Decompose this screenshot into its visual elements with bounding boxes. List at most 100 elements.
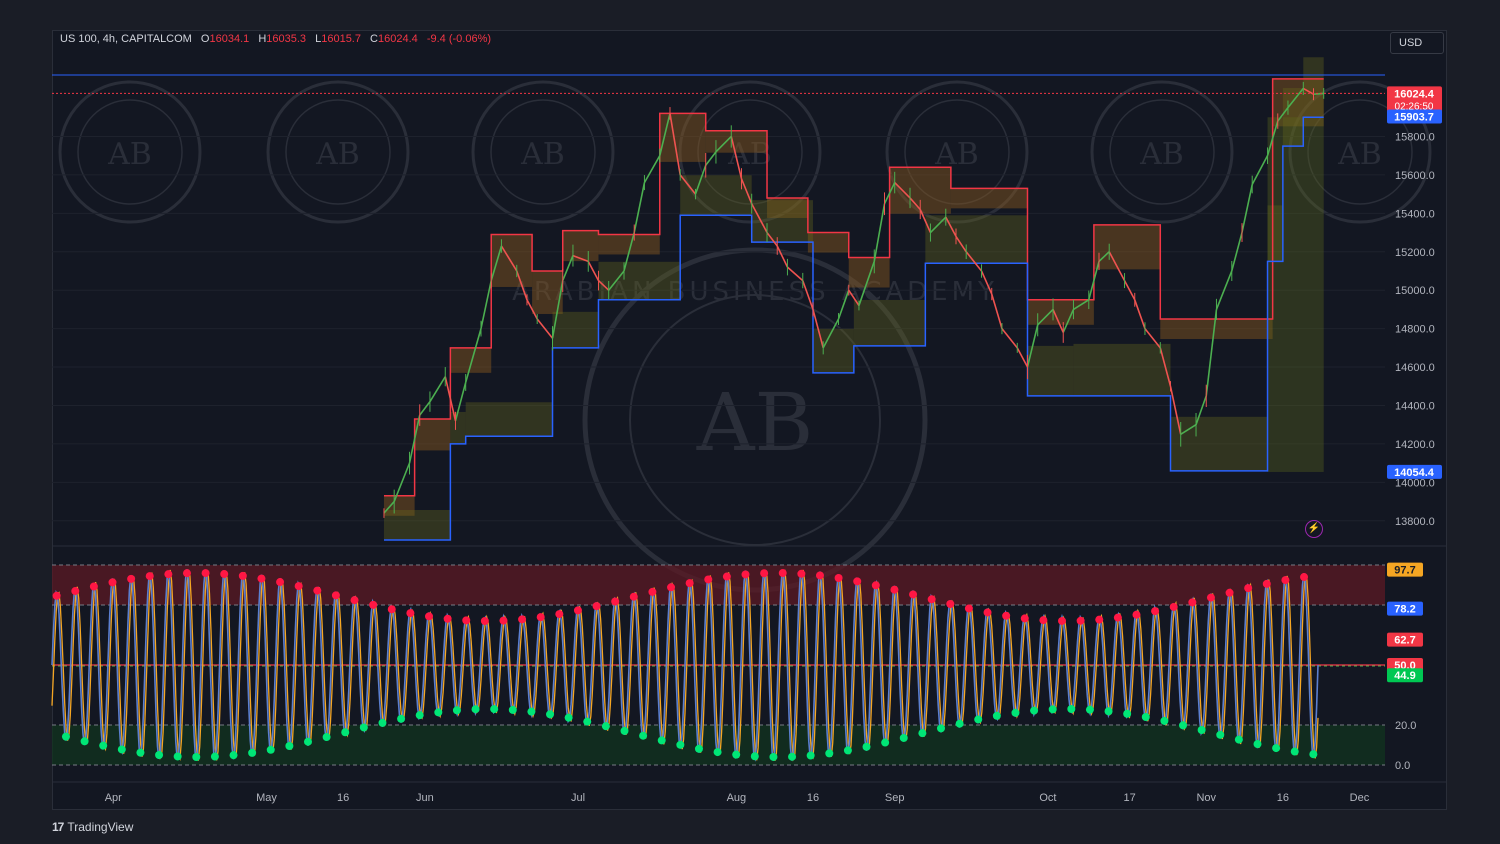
open-value: 16034.1 (209, 33, 250, 45)
watermark-initials: AB (520, 137, 565, 172)
resistance-zone (848, 257, 890, 288)
sell-signal-dot (480, 616, 489, 625)
sell-signal-dot (1169, 602, 1178, 611)
time-tick-label: May (256, 792, 277, 804)
time-tick-label: Aug (727, 792, 747, 804)
support-zone-current (1267, 117, 1324, 472)
sell-signal-dot (71, 587, 80, 596)
sell-signal-dot (983, 608, 992, 617)
buy-signal-dot (527, 707, 536, 716)
sell-signal-dot (722, 572, 731, 581)
resistance-zone (562, 230, 599, 262)
sell-signal-dot (220, 570, 229, 579)
buy-signal-dot (564, 713, 573, 722)
sell-signal-dot (685, 579, 694, 588)
sell-signal-dot (1151, 607, 1160, 616)
buy-signal-dot (434, 708, 443, 717)
sell-signal-dot (741, 570, 750, 579)
sell-signal-dot (276, 578, 285, 587)
currency-button[interactable]: USD (1390, 32, 1444, 54)
resistance-zone (950, 188, 1028, 209)
buy-signal-dot (99, 741, 108, 750)
buy-signal-dot (601, 722, 610, 731)
buy-signal-dot (210, 752, 219, 761)
price-tick-label: 14000.0 (1395, 477, 1435, 489)
buy-signal-dot (155, 750, 164, 759)
sell-signal-dot (145, 572, 154, 581)
support-zone (1170, 416, 1268, 471)
symbol-legend[interactable]: US 100, 4h, CAPITALCOM O16034.1 H16035.3… (60, 33, 491, 45)
support-zone (552, 311, 599, 348)
buy-signal-dot (415, 711, 424, 720)
sell-signal-dot (667, 583, 676, 592)
buy-signal-dot (825, 749, 834, 758)
sell-signal-dot (611, 597, 620, 606)
support-zone (680, 175, 752, 216)
time-tick-label: Jul (571, 792, 585, 804)
overbought-zone (52, 565, 1385, 605)
buy-signal-dot (546, 710, 555, 719)
time-tick-label: Nov (1196, 792, 1216, 804)
sell-signal-dot (964, 604, 973, 613)
sell-signal-dot (909, 590, 918, 599)
buy-signal-dot (620, 726, 629, 735)
buy-signal-dot (1030, 706, 1039, 715)
sell-signal-dot (127, 574, 136, 583)
price-label: 14054.4 (1394, 467, 1435, 479)
sell-signal-dot (704, 575, 713, 584)
support-zone (1303, 57, 1324, 118)
buy-signal-dot (471, 705, 480, 714)
sell-signal-dot (182, 569, 191, 578)
buy-signal-dot (192, 752, 201, 761)
support-zone (450, 411, 466, 444)
buy-signal-dot (117, 745, 126, 754)
buy-signal-dot (1067, 705, 1076, 714)
stoch-value-label: 78.2 (1394, 604, 1415, 616)
stoch-tick-label: 0.0 (1395, 760, 1410, 772)
buy-signal-dot (1290, 747, 1299, 756)
support-zone (1073, 343, 1171, 396)
buy-signal-dot (80, 737, 89, 746)
buy-signal-dot (1085, 705, 1094, 714)
time-tick-label: Oct (1039, 792, 1056, 804)
buy-signal-dot (639, 731, 648, 740)
price-tick-label: 14200.0 (1395, 439, 1435, 451)
sell-signal-dot (797, 569, 806, 578)
time-tick-label: Jun (416, 792, 434, 804)
alert-bolt-icon[interactable]: ⚡ (1305, 520, 1323, 538)
sell-signal-dot (52, 591, 61, 600)
price-segment (419, 401, 431, 416)
sell-signal-dot (1039, 616, 1048, 625)
sell-signal-dot (369, 600, 378, 609)
sell-signal-dot (1206, 593, 1215, 602)
buy-signal-dot (657, 736, 666, 745)
resistance-zone (1160, 319, 1273, 340)
sell-signal-dot (1095, 615, 1104, 624)
price-segment (643, 155, 661, 183)
resistance-zone (450, 347, 492, 373)
buy-signal-dot (508, 705, 517, 714)
buy-signal-dot (583, 717, 592, 726)
brand-label: TradingView (67, 820, 134, 834)
tradingview-logo-icon: 17 (52, 820, 64, 834)
watermark-big-initials: AB (696, 376, 814, 469)
price-tick-label: 15000.0 (1395, 285, 1435, 297)
buy-signal-dot (862, 742, 871, 751)
buy-signal-dot (229, 751, 238, 760)
sell-signal-dot (629, 592, 638, 601)
sell-signal-dot (834, 574, 843, 583)
buy-signal-dot (1048, 705, 1057, 714)
price-tick-label: 13800.0 (1395, 516, 1435, 528)
sell-signal-dot (425, 612, 434, 621)
buy-signal-dot (806, 751, 815, 760)
buy-signal-dot (843, 746, 852, 755)
tradingview-brand[interactable]: 17 TradingView (52, 820, 133, 834)
high-value: 16035.3 (266, 33, 307, 45)
price-tick-label: 14400.0 (1395, 400, 1435, 412)
price-segment (1016, 347, 1029, 368)
sell-signal-dot (1002, 611, 1011, 620)
change-value: -9.4 (-0.06%) (426, 33, 492, 45)
sell-signal-dot (518, 615, 527, 624)
sell-signal-dot (927, 595, 936, 604)
stochastic-panel[interactable] (51, 545, 1447, 766)
